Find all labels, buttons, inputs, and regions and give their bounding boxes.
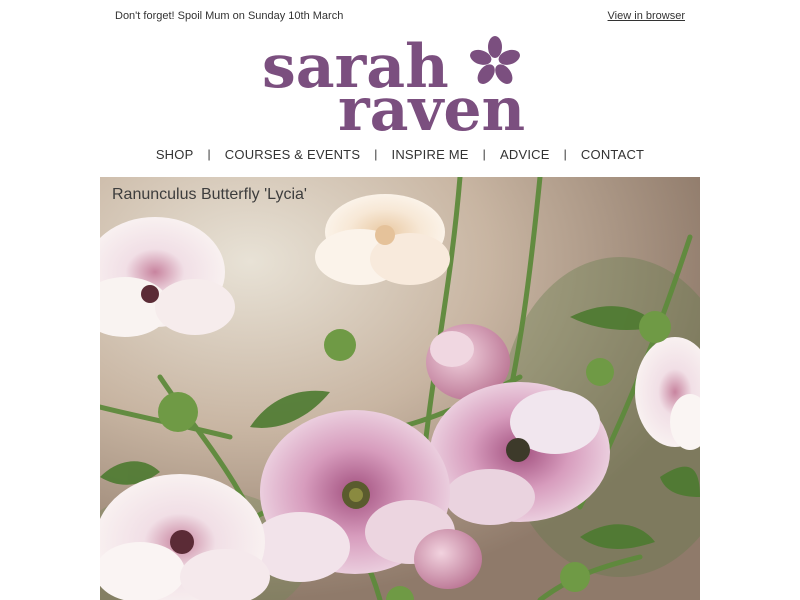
- logo-word-raven: raven: [338, 75, 525, 134]
- nav-advice[interactable]: ADVICE: [486, 147, 564, 162]
- nav-contact[interactable]: CONTACT: [567, 147, 658, 162]
- main-navigation: SHOP | COURSES & EVENTS | INSPIRE ME | A…: [100, 145, 700, 163]
- sarah-raven-logo[interactable]: sarah raven: [260, 30, 540, 134]
- ranunculus-photo: [100, 177, 700, 600]
- nav-inspire-me[interactable]: INSPIRE ME: [378, 147, 483, 162]
- logo-graphic: sarah raven: [262, 32, 525, 134]
- email-page: Don't forget! Spoil Mum on Sunday 10th M…: [0, 0, 800, 600]
- flower-caption: Ranunculus Butterfly 'Lycia': [112, 186, 307, 203]
- hero-image[interactable]: Ranunculus Butterfly 'Lycia': [100, 177, 700, 600]
- view-in-browser-link[interactable]: View in browser: [608, 10, 685, 22]
- nav-shop[interactable]: SHOP: [142, 147, 208, 162]
- mothers-day-reminder: Don't forget! Spoil Mum on Sunday 10th M…: [115, 10, 344, 22]
- top-bar: Don't forget! Spoil Mum on Sunday 10th M…: [115, 10, 685, 26]
- nav-courses-events[interactable]: COURSES & EVENTS: [211, 147, 374, 162]
- small-bud-bottom: [414, 529, 482, 589]
